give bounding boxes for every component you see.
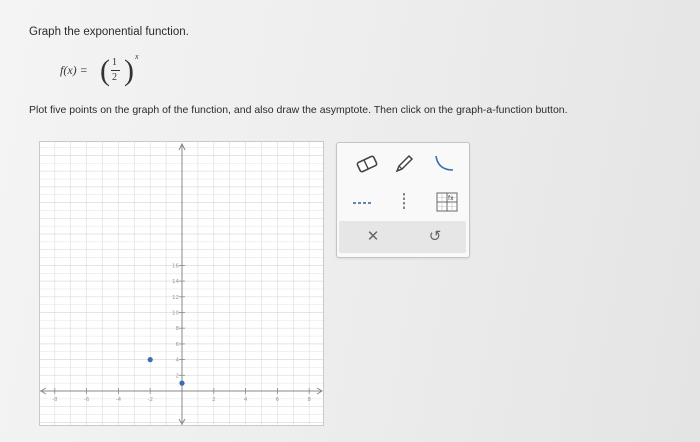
x-tick-label: -6 (84, 397, 90, 403)
graph-a-function-icon: fx (436, 192, 458, 212)
graphing-area[interactable]: -8 -6 -4 -2 2 4 6 8 16 14 12 10 8 6 4 2 (39, 141, 324, 426)
curve-icon (435, 155, 454, 171)
function-lhs: f(x) = (60, 63, 88, 77)
y-tick-label: 12 (172, 295, 179, 301)
vertical-dashed-line-icon (403, 193, 405, 211)
dashed-line-icon (353, 202, 373, 204)
clear-button[interactable]: ✕ (353, 224, 393, 250)
y-tick-label: 6 (176, 342, 180, 348)
exponent: x (135, 52, 139, 61)
left-paren: ( (100, 54, 110, 87)
function-formula: f(x) = ( 1 2 ) x (56, 52, 166, 92)
x-tick-label: -4 (116, 397, 122, 403)
graph-a-function-button[interactable]: fx (432, 189, 462, 215)
graph-toolbox: fx ✕ ↺ (336, 142, 470, 258)
fraction-numerator: 1 (112, 57, 117, 68)
plotted-point (179, 380, 185, 386)
pencil-icon (395, 154, 414, 173)
y-tick-label: 10 (172, 311, 179, 317)
y-tick-label: 8 (176, 326, 180, 332)
fraction-denominator: 2 (112, 72, 117, 83)
curve-tool-button[interactable] (429, 151, 459, 177)
instruction-text: Plot five points on the graph of the fun… (29, 104, 568, 116)
y-tick-label: 14 (172, 279, 179, 285)
y-tick-label: 2 (176, 373, 180, 379)
x-tick-label: -2 (147, 397, 152, 403)
dashed-line-tool-button[interactable] (347, 189, 377, 215)
y-tick-label: 4 (176, 358, 180, 364)
page: Graph the exponential function. f(x) = (… (0, 0, 700, 442)
x-tick-label: 4 (244, 397, 248, 403)
coordinate-plane[interactable]: -8 -6 -4 -2 2 4 6 8 16 14 12 10 8 6 4 2 (40, 142, 323, 425)
x-tick-label: 8 (307, 397, 311, 403)
vertical-asymptote-tool-button[interactable] (389, 189, 419, 215)
svg-text:fx: fx (448, 195, 454, 202)
fraction-bar (111, 70, 120, 71)
x-tick-label: -8 (52, 397, 58, 403)
graph-actions-bar: ✕ ↺ (339, 221, 466, 253)
eraser-icon (356, 155, 378, 173)
instruction-title: Graph the exponential function. (29, 26, 189, 38)
x-tick-label: 2 (212, 397, 216, 403)
right-paren: ) (124, 54, 134, 87)
plotted-point (147, 357, 153, 363)
y-tick-label: 16 (172, 263, 179, 269)
x-tick-label: 6 (276, 397, 280, 403)
undo-button[interactable]: ↺ (415, 224, 455, 250)
pencil-tool-button[interactable] (389, 151, 419, 177)
eraser-tool-button[interactable] (352, 151, 382, 177)
